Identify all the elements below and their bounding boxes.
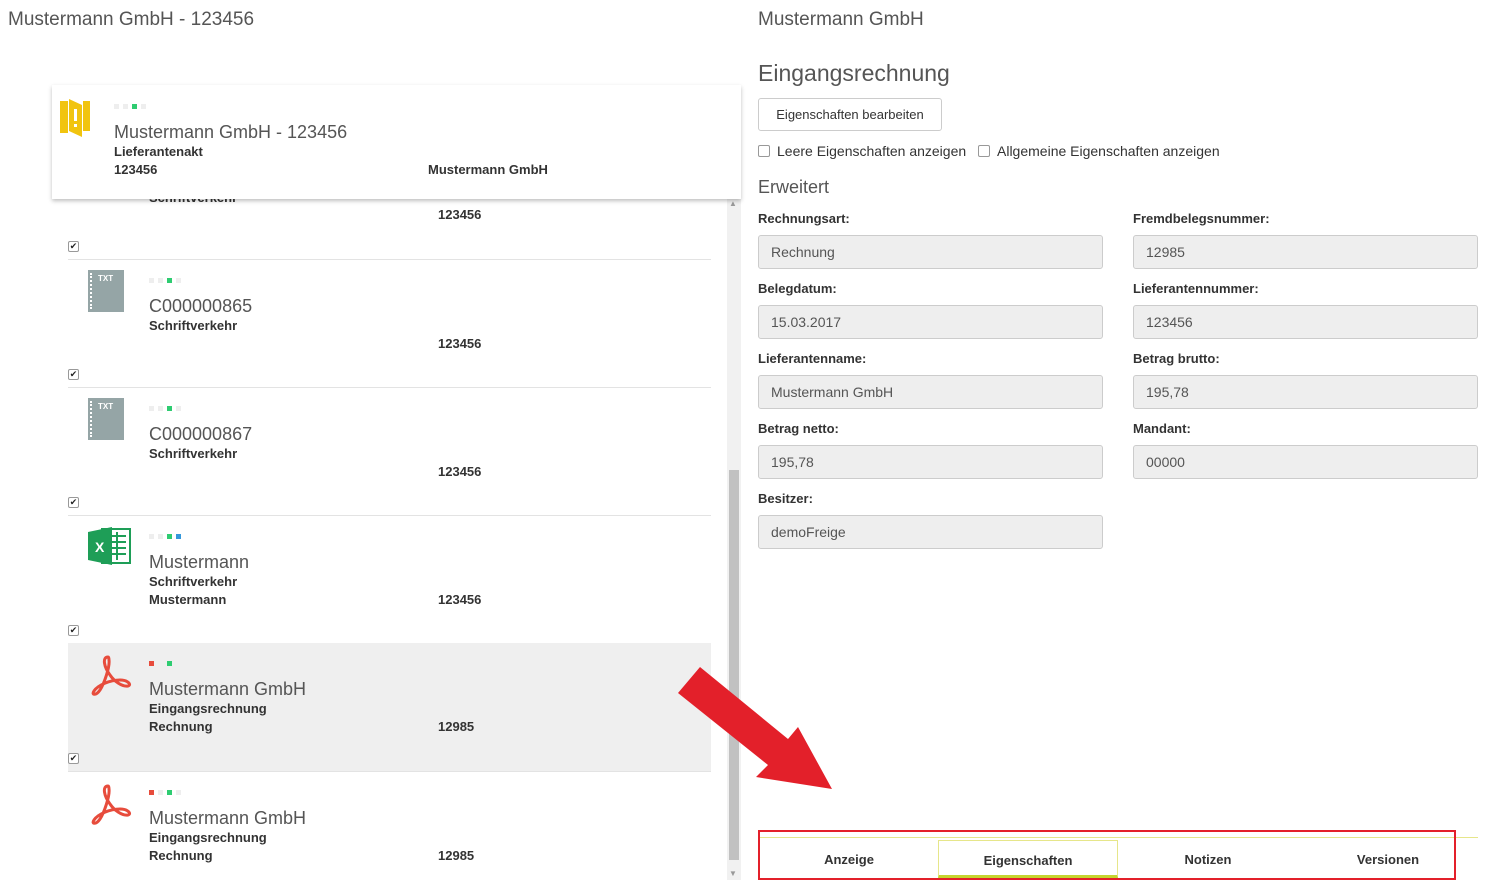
tab-anzeige[interactable]: Anzeige xyxy=(760,840,938,878)
list-item[interactable]: Mustermann GmbH Eingangsrechnung Rechnun… xyxy=(68,771,711,880)
status-dots xyxy=(149,534,181,539)
scroll-down-icon[interactable]: ▼ xyxy=(729,869,737,878)
folder-id: 123456 xyxy=(114,162,158,177)
betrag-brutto-field[interactable]: 195,78 xyxy=(1133,375,1478,409)
item-type: Schriftverkehr xyxy=(149,199,237,205)
status-dots xyxy=(149,790,181,795)
betrag-netto-label: Betrag netto: xyxy=(758,421,839,436)
tab-notizen[interactable]: Notizen xyxy=(1118,840,1298,878)
tab-versionen[interactable]: Versionen xyxy=(1298,840,1478,878)
txt-file-icon: TXT xyxy=(88,398,124,440)
besitzer-label: Besitzer: xyxy=(758,491,813,506)
lieferantennummer-label: Lieferantennummer: xyxy=(1133,281,1259,296)
svg-text:X: X xyxy=(95,539,105,555)
list-item-selected[interactable]: Mustermann GmbH Eingangsrechnung Rechnun… xyxy=(68,643,711,771)
item-title: Mustermann GmbH xyxy=(149,808,307,828)
right-pane-title: Mustermann GmbH xyxy=(758,9,924,30)
pdf-icon xyxy=(91,784,132,825)
item-subtitle: Mustermann xyxy=(149,592,227,607)
fremdbelegsnummer-label: Fremdbelegsnummer: xyxy=(1133,211,1270,226)
tab-eigenschaften[interactable]: Eigenschaften xyxy=(938,840,1118,878)
item-type: Schriftverkehr xyxy=(149,446,238,461)
item-type: Eingangsrechnung xyxy=(149,830,267,845)
item-title: Mustermann GmbH xyxy=(149,679,307,699)
status-dots xyxy=(149,661,172,666)
folder-type: Lieferantenakt xyxy=(114,144,203,159)
item-title: C000000867 xyxy=(149,424,253,444)
belegdatum-field[interactable]: 15.03.2017 xyxy=(758,305,1103,339)
item-number: 123456 xyxy=(438,464,482,479)
row-checkbox[interactable]: ✔ xyxy=(68,753,79,764)
list-item[interactable]: TXT C000000867 Schriftverkehr 123456 xyxy=(68,387,711,515)
fremdbelegsnummer-field[interactable]: 12985 xyxy=(1133,235,1478,269)
item-title: C000000865 xyxy=(149,296,253,316)
excel-icon: X xyxy=(88,527,131,565)
show-general-toggle[interactable]: Allgemeine Eigenschaften anzeigen xyxy=(978,143,1220,159)
mandant-label: Mandant: xyxy=(1133,421,1191,436)
arrow-annotation-icon xyxy=(678,667,832,789)
extended-section-title: Erweitert xyxy=(758,177,830,197)
item-number: 123456 xyxy=(438,592,482,607)
document-list: Schriftverkehr 123456 ✔ TXT C000000865 S… xyxy=(52,199,727,880)
left-pane-title: Mustermann GmbH - 123456 xyxy=(8,9,255,30)
list-item[interactable]: X Mustermann Schriftverkehr Mustermann 1… xyxy=(68,515,711,643)
item-type: Schriftverkehr xyxy=(149,318,238,333)
detail-tabs: Anzeige Eigenschaften Notizen Versionen xyxy=(758,830,1456,880)
show-general-label: Allgemeine Eigenschaften anzeigen xyxy=(997,143,1220,159)
lieferantennummer-field[interactable]: 123456 xyxy=(1133,305,1478,339)
status-dots xyxy=(149,278,181,283)
lieferantenname-field[interactable]: Mustermann GmbH xyxy=(758,375,1103,409)
folder-company: Mustermann GmbH xyxy=(428,162,548,177)
row-checkbox[interactable]: ✔ xyxy=(68,369,79,380)
betrag-brutto-label: Betrag brutto: xyxy=(1133,351,1220,366)
folder-warning-icon xyxy=(60,99,90,137)
rechnungsart-field[interactable]: Rechnung xyxy=(758,235,1103,269)
show-general-checkbox[interactable] xyxy=(978,145,990,157)
belegdatum-label: Belegdatum: xyxy=(758,281,837,296)
pdf-icon xyxy=(91,655,132,696)
item-type: Schriftverkehr xyxy=(149,574,238,589)
row-checkbox[interactable]: ✔ xyxy=(68,241,79,252)
show-empty-toggle[interactable]: Leere Eigenschaften anzeigen xyxy=(758,143,966,159)
item-number: 123456 xyxy=(438,336,482,351)
show-empty-label: Leere Eigenschaften anzeigen xyxy=(777,143,967,159)
betrag-netto-field[interactable]: 195,78 xyxy=(758,445,1103,479)
folder-title: Mustermann GmbH - 123456 xyxy=(114,122,348,142)
status-dots xyxy=(149,406,181,411)
txt-file-icon: TXT xyxy=(88,270,124,312)
document-type-title: Eingangsrechnung xyxy=(758,60,950,86)
folder-header-card[interactable]: Mustermann GmbH - 123456 Lieferantenakt … xyxy=(52,85,741,199)
status-dots xyxy=(114,104,146,109)
edit-properties-button[interactable]: Eigenschaften bearbeiten xyxy=(758,98,942,131)
item-number: 123456 xyxy=(438,207,482,222)
item-title: Mustermann xyxy=(149,552,250,572)
item-number: 12985 xyxy=(438,848,475,863)
row-checkbox[interactable]: ✔ xyxy=(68,497,79,508)
list-item[interactable]: Schriftverkehr 123456 xyxy=(52,199,711,260)
besitzer-field[interactable]: demoFreige xyxy=(758,515,1103,549)
rechnungsart-label: Rechnungsart: xyxy=(758,211,850,226)
item-number: 12985 xyxy=(438,719,475,734)
scroll-up-icon[interactable]: ▲ xyxy=(729,199,737,208)
lieferantenname-label: Lieferantenname: xyxy=(758,351,867,366)
mandant-field[interactable]: 00000 xyxy=(1133,445,1478,479)
row-checkbox[interactable]: ✔ xyxy=(68,625,79,636)
item-type: Eingangsrechnung xyxy=(149,701,267,716)
show-empty-checkbox[interactable] xyxy=(758,145,770,157)
item-subtitle: Rechnung xyxy=(149,719,213,734)
list-item[interactable]: TXT C000000865 Schriftverkehr 123456 xyxy=(68,259,711,387)
item-subtitle: Rechnung xyxy=(149,848,213,863)
